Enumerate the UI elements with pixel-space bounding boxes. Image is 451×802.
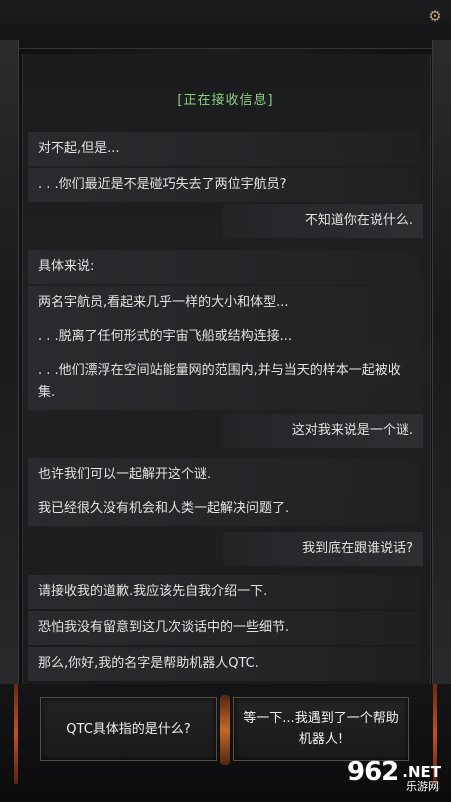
message-right: 这对我来说是一个谜.	[223, 414, 423, 448]
message-left: 恐怕我没有留意到这几次谈话中的一些细节.	[28, 611, 420, 645]
message-left: . . .他们漂浮在空间站能量网的范围内,并与当天的样本一起被收集.	[28, 354, 420, 410]
message-left: 对不起,但是...	[28, 132, 420, 166]
message-left: 两名宇航员,看起来几乎一样的大小和体型...	[28, 286, 420, 320]
watermark: 962 .NET 乐游网	[301, 750, 441, 794]
gear-icon[interactable]: ⚙	[427, 8, 443, 24]
message-left: 那么,你好,我的名字是帮助机器人QTC.	[28, 647, 420, 681]
message-right: 我到底在跟谁说话?	[223, 532, 423, 566]
message-left: 也许我们可以一起解开这个谜.	[28, 458, 420, 492]
choice-button-qtc-meaning[interactable]: QTC具体指的是什么?	[40, 697, 217, 761]
message-left: . . .你们最近是不是碰巧失去了两位宇航员?	[28, 168, 420, 202]
message-left: . . .脱离了任何形式的宇宙飞船或结构连接...	[28, 320, 420, 354]
message-left: 请接收我的道歉.我应该先自我介绍一下.	[28, 575, 420, 609]
top-bar	[0, 0, 451, 49]
message-right: 不知道你在说什么.	[223, 204, 423, 238]
choice-divider	[220, 695, 230, 765]
watermark-number: 962	[346, 757, 399, 787]
watermark-sub: 乐游网	[406, 780, 439, 793]
right-frame-edge	[432, 40, 451, 740]
message-left: 我已经很久没有机会和人类一起解决问题了.	[28, 492, 420, 526]
left-frame-edge	[0, 40, 19, 740]
left-glow-strip	[14, 684, 18, 784]
message-left: 具体来说:	[28, 250, 420, 284]
receiving-status: [正在接收信息]	[177, 93, 274, 108]
